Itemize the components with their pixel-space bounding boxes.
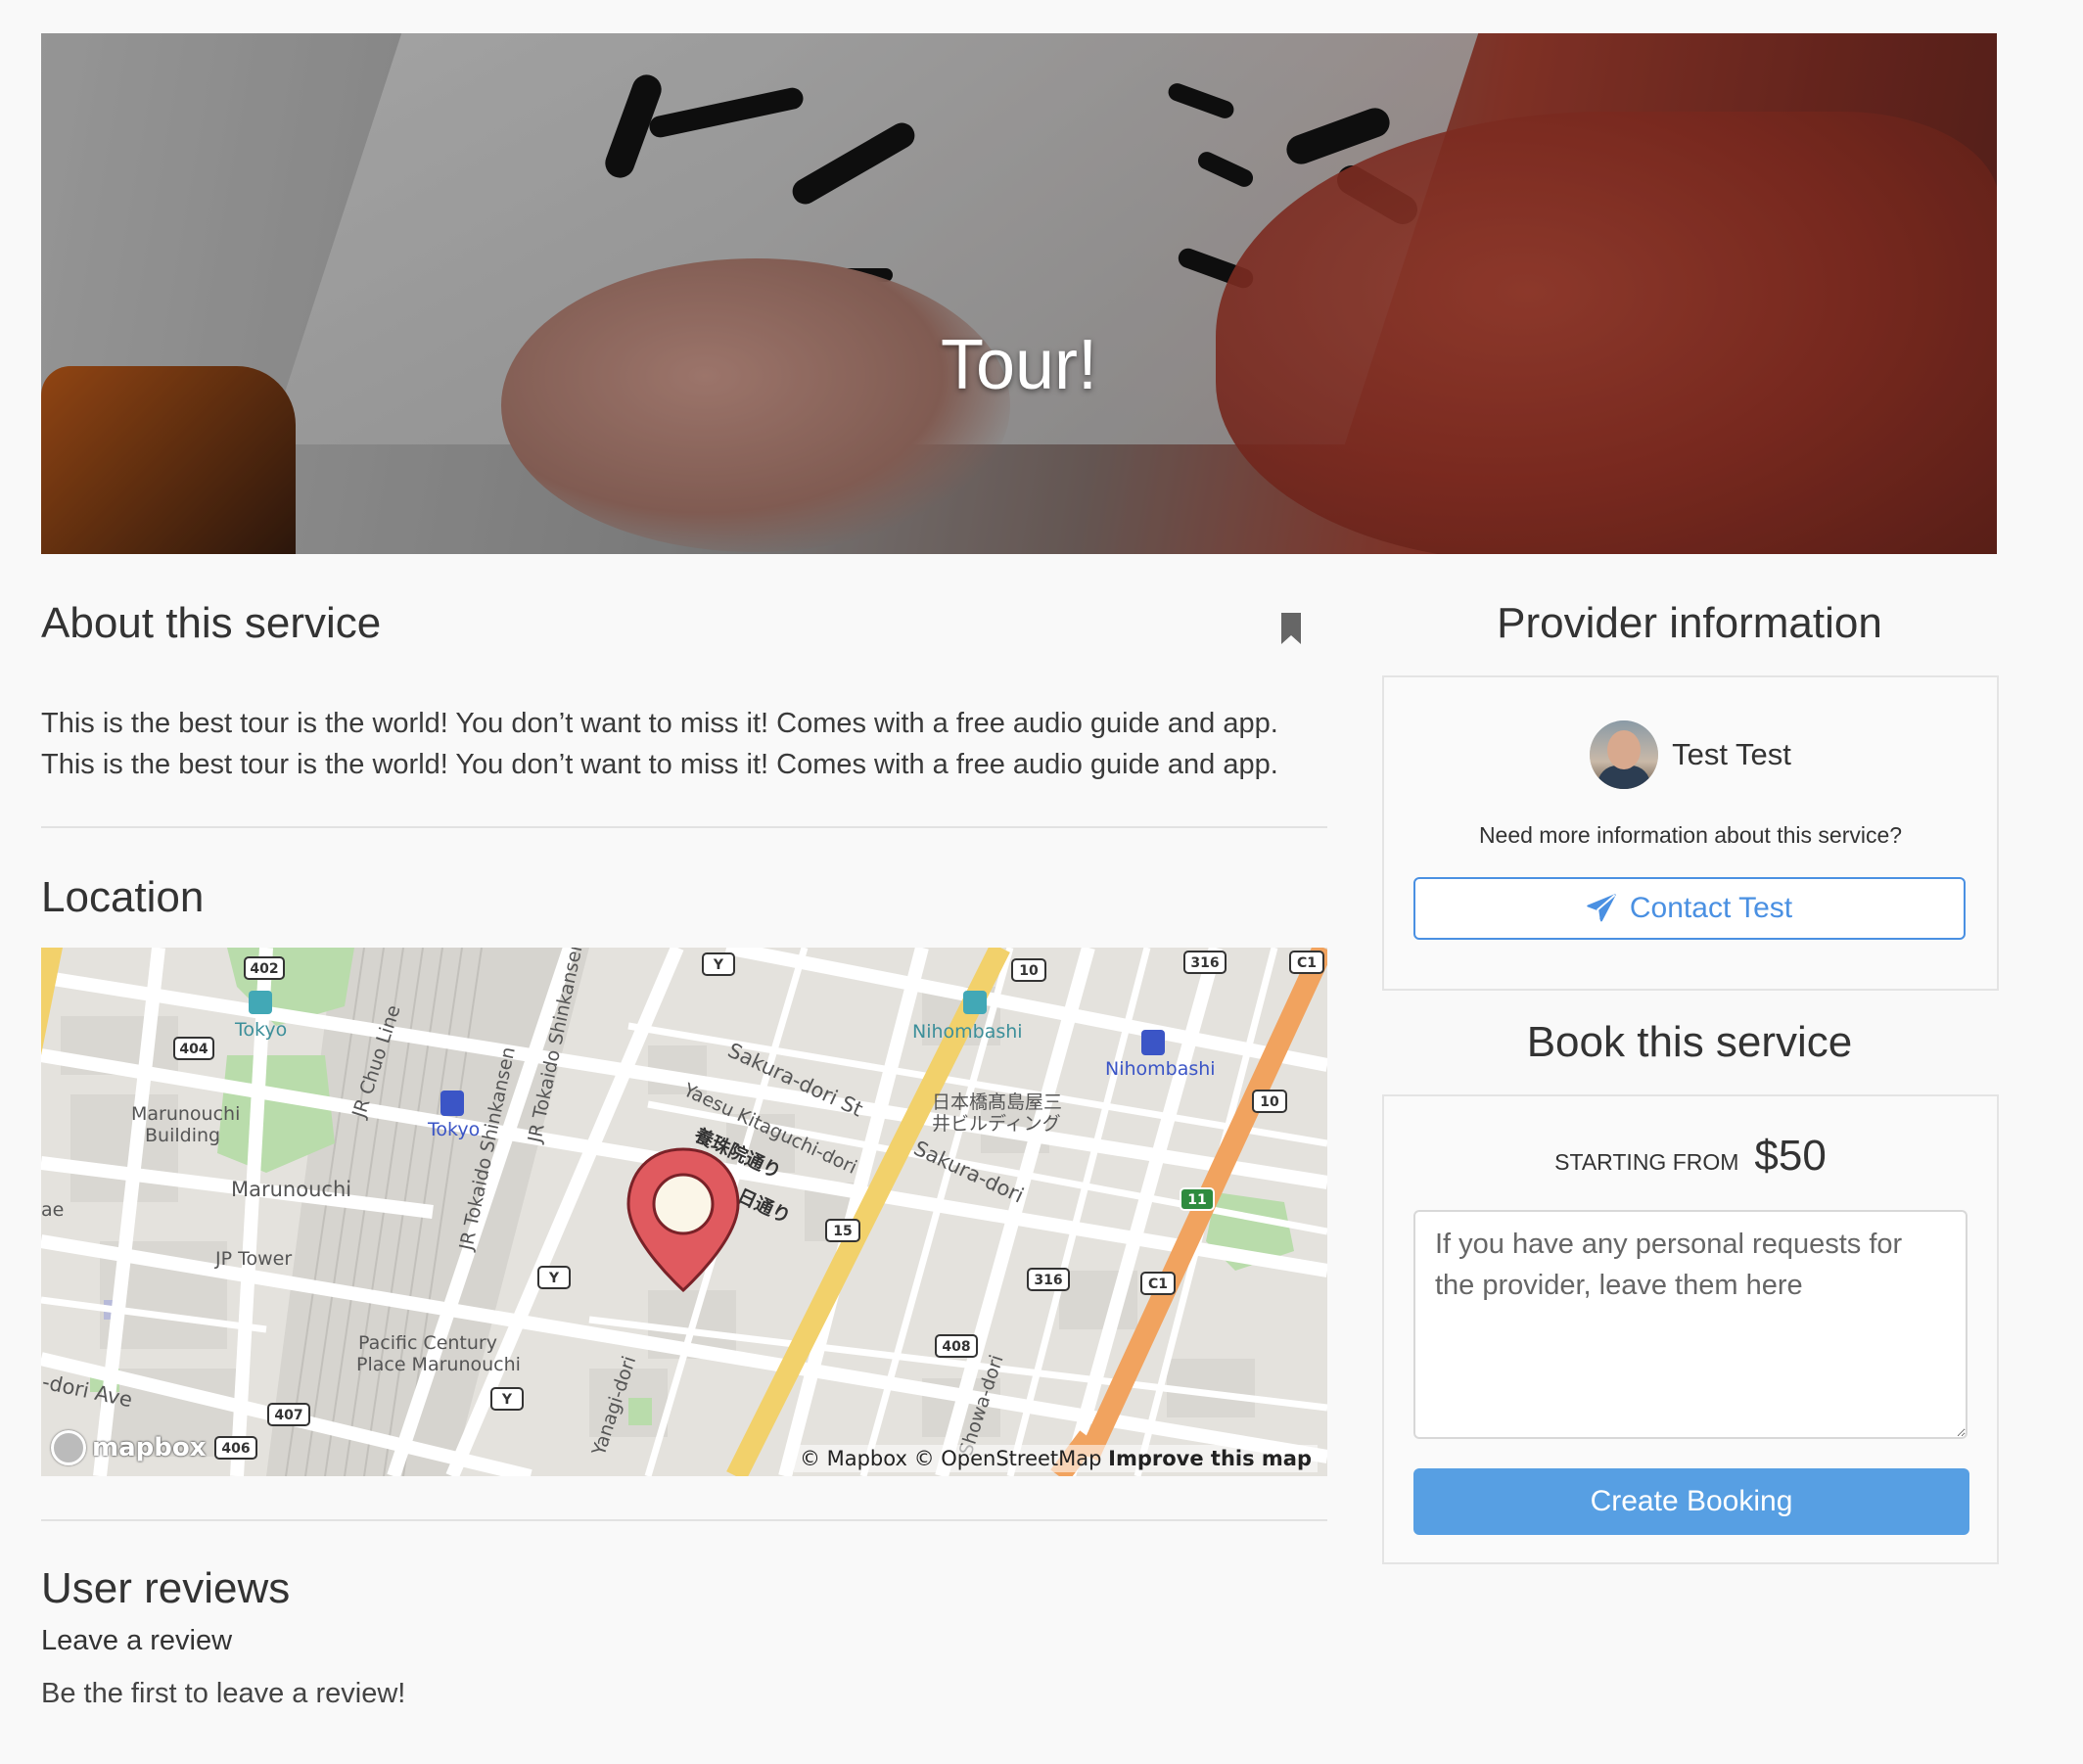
train-icon <box>440 1091 464 1116</box>
provider-row: Test Test <box>1384 720 1997 789</box>
metro-icon <box>249 991 272 1014</box>
map-attribution[interactable]: © Mapbox © OpenStreetMap Improve this ma… <box>793 1445 1318 1472</box>
personal-requests-input[interactable] <box>1413 1210 1967 1439</box>
bookmark-icon[interactable] <box>1279 613 1303 644</box>
metro-icon <box>963 991 987 1014</box>
svg-text:10: 10 <box>1260 1094 1279 1110</box>
hero-banner: Tour! <box>41 33 1997 554</box>
mapbox-logo[interactable]: mapbox <box>51 1429 207 1466</box>
svg-text:Place Marunouchi: Place Marunouchi <box>356 1354 521 1375</box>
svg-text:Y: Y <box>548 1271 560 1286</box>
svg-text:316: 316 <box>1034 1273 1062 1288</box>
location-heading: Location <box>41 873 205 921</box>
svg-text:Y: Y <box>501 1392 513 1408</box>
svg-text:井ビルディング: 井ビルディング <box>932 1113 1061 1135</box>
svg-text:Building: Building <box>145 1125 220 1146</box>
svg-text:C1: C1 <box>1148 1277 1168 1292</box>
divider <box>41 826 1327 828</box>
provider-name: Test Test <box>1672 737 1791 771</box>
contact-label: Contact Test <box>1629 892 1793 924</box>
empty-reviews-text: Be the first to leave a review! <box>41 1678 406 1709</box>
about-description: This is the best tour is the world! You … <box>41 703 1314 785</box>
price-row: STARTING FROM $50 <box>1384 1132 1997 1181</box>
avatar[interactable] <box>1590 720 1659 789</box>
svg-text:Marunouchi: Marunouchi <box>231 1178 351 1201</box>
svg-text:Pacific Century: Pacific Century <box>358 1332 497 1354</box>
about-paragraph: This is the best tour is the world! You … <box>41 749 1278 780</box>
svg-text:ae: ae <box>41 1199 64 1221</box>
svg-text:C1: C1 <box>1297 955 1317 971</box>
service-title: Tour! <box>940 326 1098 405</box>
svg-text:Marunouchi: Marunouchi <box>131 1103 240 1125</box>
create-booking-button[interactable]: Create Booking <box>1413 1468 1969 1535</box>
train-icon <box>1141 1030 1165 1055</box>
provider-question: Need more information about this service… <box>1478 822 1903 848</box>
starting-from-label: STARTING FROM <box>1554 1149 1739 1175</box>
mapbox-logo-icon <box>51 1430 86 1465</box>
svg-text:407: 407 <box>274 1408 302 1423</box>
svg-text:406: 406 <box>221 1441 250 1457</box>
improve-map-link[interactable]: Improve this map <box>1108 1447 1312 1470</box>
about-heading: About this service <box>41 599 382 647</box>
provider-heading: Provider information <box>1497 599 1882 647</box>
svg-text:10: 10 <box>1019 963 1039 979</box>
svg-text:408: 408 <box>942 1339 970 1355</box>
svg-text:11: 11 <box>1187 1192 1206 1208</box>
svg-text:Tokyo: Tokyo <box>234 1019 287 1041</box>
booking-card: STARTING FROM $50 Create Booking <box>1382 1094 1999 1564</box>
divider <box>41 1519 1327 1521</box>
svg-text:Nihombashi: Nihombashi <box>1105 1058 1216 1080</box>
svg-text:402: 402 <box>250 961 278 977</box>
price: $50 <box>1754 1132 1827 1180</box>
leave-review-link[interactable]: Leave a review <box>41 1625 232 1657</box>
paper-plane-icon <box>1587 894 1616 922</box>
svg-text:Tokyo: Tokyo <box>427 1119 480 1140</box>
map-canvas[interactable]: 402 404 Y 10 316 C1 10 15 Y Y 316 C1 11 … <box>41 948 1327 1476</box>
location-map[interactable]: 402 404 Y 10 316 C1 10 15 Y Y 316 C1 11 … <box>41 948 1327 1476</box>
svg-text:Y: Y <box>713 957 724 973</box>
svg-text:316: 316 <box>1190 955 1219 971</box>
provider-card: Test Test Need more information about th… <box>1382 675 1999 991</box>
booking-heading: Book this service <box>1526 1018 1853 1066</box>
svg-text:日本橋髙島屋三: 日本橋髙島屋三 <box>932 1091 1062 1113</box>
svg-text:15: 15 <box>833 1224 852 1239</box>
svg-text:JP Tower: JP Tower <box>214 1248 292 1270</box>
contact-provider-button[interactable]: Contact Test <box>1413 877 1966 940</box>
reviews-heading: User reviews <box>41 1564 291 1612</box>
about-paragraph: This is the best tour is the world! You … <box>41 708 1278 739</box>
svg-text:404: 404 <box>179 1042 208 1057</box>
svg-text:Nihombashi: Nihombashi <box>912 1021 1023 1043</box>
